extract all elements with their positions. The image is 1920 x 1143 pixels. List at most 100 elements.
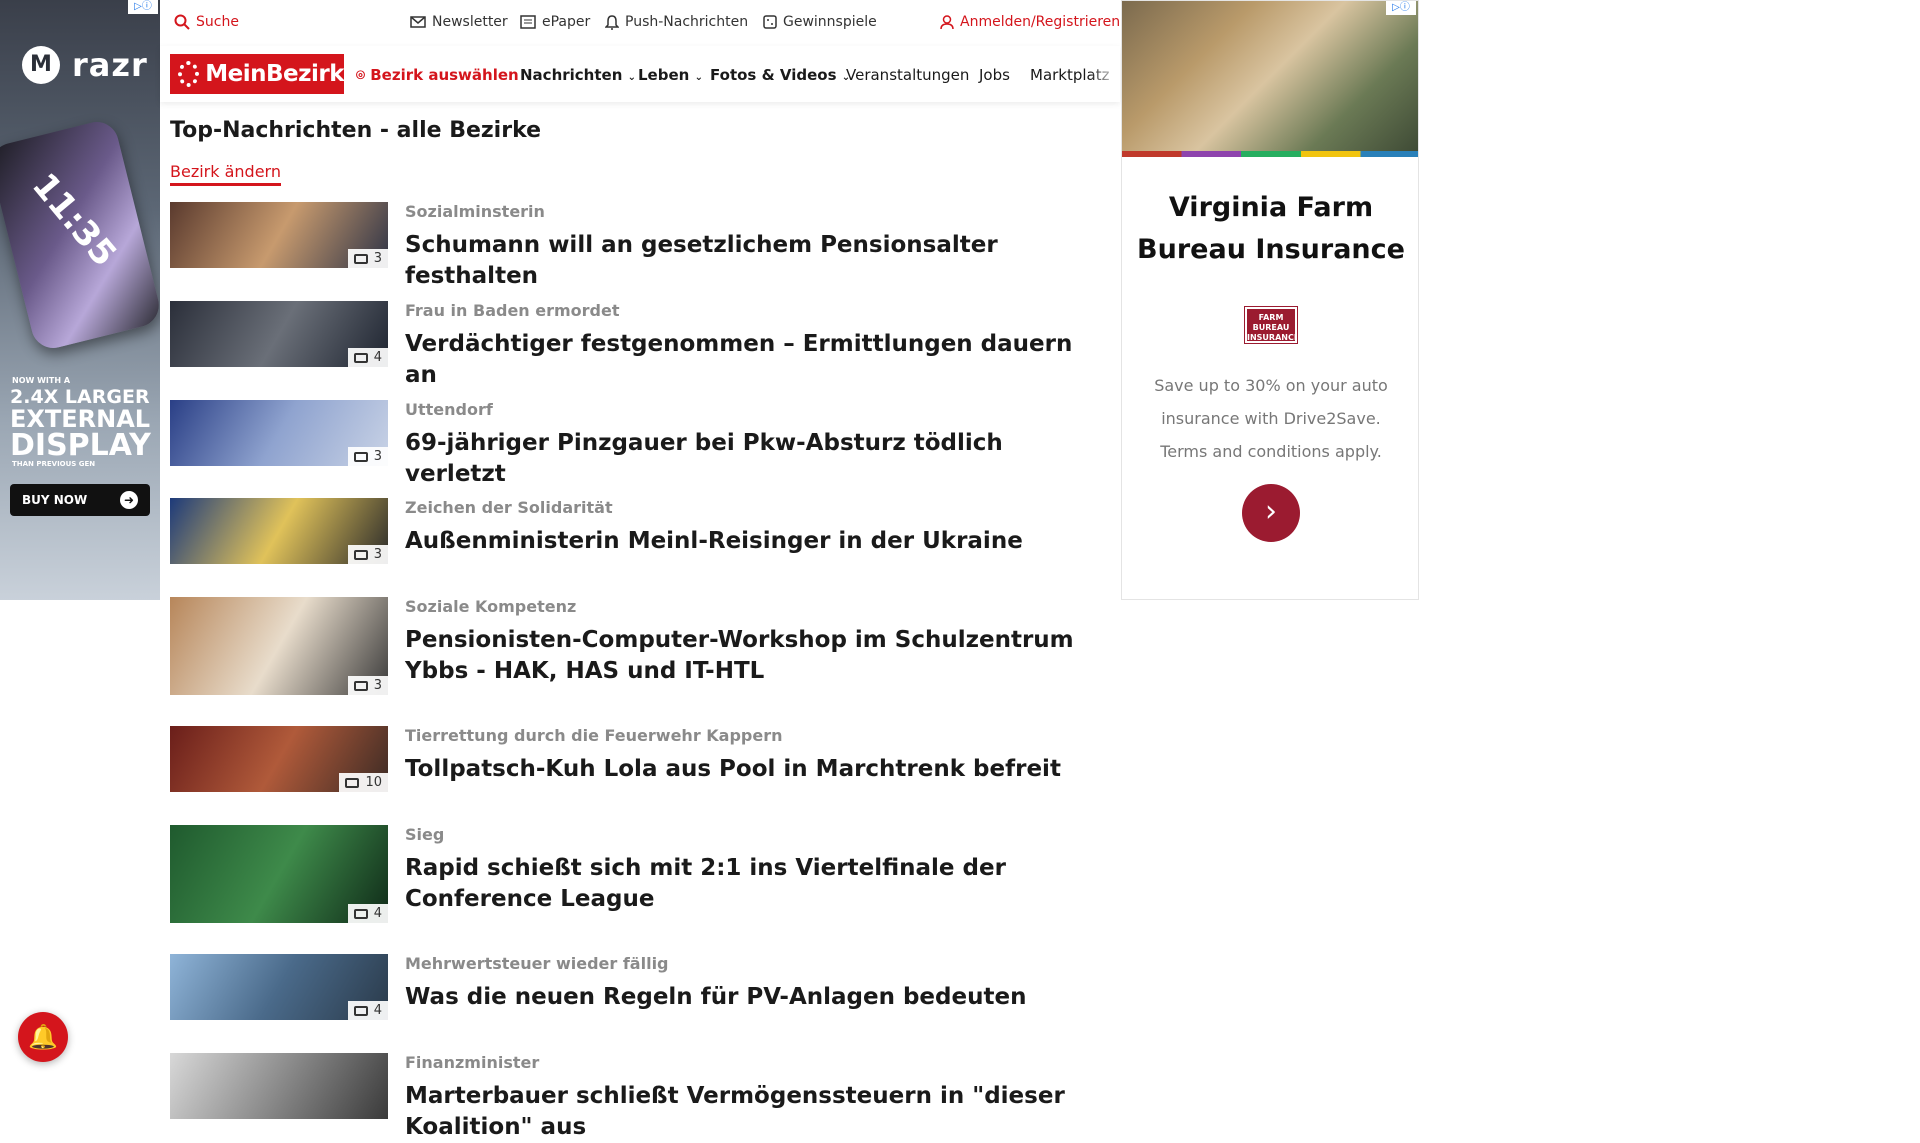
nav-label: Leben [638, 66, 690, 84]
ad-color-stripe [1122, 151, 1418, 157]
nav-fade [1090, 46, 1120, 102]
photo-count-badge: 3 [347, 447, 388, 466]
photo-count-badge: 4 [347, 1001, 388, 1020]
ad-family-photo [1122, 1, 1418, 151]
nav-label: Veranstaltungen [846, 66, 970, 84]
login-link[interactable]: Anmelden/Registrieren [940, 14, 1120, 30]
photo-count-badge: 4 [347, 348, 388, 367]
dice-icon [763, 15, 777, 29]
adchoices-icon[interactable]: ▷ⓘ [128, 0, 158, 14]
image-gallery-icon [353, 549, 368, 560]
image-gallery-icon [353, 352, 368, 363]
chevron-down-icon: ⌄ [627, 72, 637, 83]
ad-brand: M razr [22, 46, 148, 84]
search-label: Suche [196, 14, 239, 30]
right-display-ad[interactable]: ▷ⓘ Virginia Farm Bureau Insurance FARM B… [1121, 0, 1419, 600]
photo-count: 4 [373, 906, 382, 921]
district-selector-label: Bezirk auswählen [370, 66, 519, 84]
article-thumbnail[interactable]: 3 [170, 400, 388, 466]
image-gallery-icon [353, 1005, 368, 1016]
article-kicker: Finanzminister [405, 1053, 540, 1072]
image-gallery-icon [353, 908, 368, 919]
article-thumbnail[interactable]: 3 [170, 202, 388, 268]
chevron-down-icon: ⌄ [694, 72, 703, 83]
image-gallery-icon [345, 777, 360, 788]
notification-bell-button[interactable]: 🔔 [18, 1012, 68, 1062]
article-thumbnail[interactable]: 3 [170, 498, 388, 564]
nav-item-jobs[interactable]: Jobs [979, 66, 1010, 84]
search-link[interactable]: Suche [174, 14, 239, 30]
change-district-link[interactable]: Bezirk ändern [170, 162, 281, 186]
article-thumbnail[interactable]: 3 [170, 597, 388, 695]
ad-tagline-small: NOW WITH A [12, 376, 71, 385]
page-title: Top-Nachrichten - alle Bezirke [170, 118, 542, 143]
article-thumbnail[interactable]: 4 [170, 954, 388, 1020]
newsletter-link[interactable]: Newsletter [410, 14, 508, 30]
search-icon [174, 14, 190, 30]
photo-count: 3 [373, 251, 382, 266]
games-link[interactable]: Gewinnspiele [763, 14, 877, 30]
image-gallery-icon [353, 451, 368, 462]
ad-title[interactable]: Virginia Farm Bureau Insurance [1122, 187, 1418, 271]
main-navigation: MeinBezirk ⌾ Bezirk auswählen Nachrichte… [160, 46, 1120, 102]
adchoices-icon[interactable]: ▷ⓘ [1386, 1, 1416, 15]
article-kicker: Uttendorf [405, 400, 493, 419]
article-headline[interactable]: Tollpatsch-Kuh Lola aus Pool in Marchtre… [405, 754, 1105, 785]
article-kicker: Mehrwertsteuer wieder fällig [405, 954, 669, 973]
utility-bar: Suche Newsletter ePaper Push-Nachrichten… [160, 0, 1120, 46]
logo-mark-icon [178, 61, 200, 87]
article-headline[interactable]: 69-jähriger Pinzgauer bei Pkw-Absturz tö… [405, 428, 1105, 490]
mail-icon [410, 16, 426, 28]
photo-count-badge: 10 [339, 773, 388, 792]
article-headline[interactable]: Pensionisten-Computer-Workshop im Schulz… [405, 625, 1105, 687]
ad-buy-now-label: BUY NOW [22, 493, 88, 507]
ad-buy-now-button[interactable]: BUY NOW ➜ [10, 484, 150, 516]
nav-item-leben[interactable]: Leben ⌄ [638, 66, 703, 84]
games-label: Gewinnspiele [783, 14, 877, 30]
article-headline[interactable]: Verdächtiger festgenommen – Ermittlungen… [405, 329, 1105, 391]
ad-tagline: 2.4X LARGER EXTERNAL DISPLAY [10, 388, 151, 461]
meinbezirk-logo[interactable]: MeinBezirk [170, 54, 344, 94]
motorola-logo-icon: M [22, 46, 60, 84]
ad-body-text: Save up to 30% on your auto insurance wi… [1154, 376, 1388, 461]
article-thumbnail[interactable]: 4 [170, 301, 388, 367]
article-kicker: Soziale Kompetenz [405, 597, 577, 616]
photo-count: 3 [373, 678, 382, 693]
article-kicker: Zeichen der Solidarität [405, 498, 613, 517]
epaper-link[interactable]: ePaper [520, 14, 590, 30]
district-selector[interactable]: ⌾ Bezirk auswählen [356, 66, 519, 84]
farm-bureau-logo-icon: FARM BUREAU INSURANCE [1244, 306, 1299, 344]
nav-item-veranstaltungen[interactable]: Veranstaltungen [846, 66, 969, 84]
login-label: Anmelden/Registrieren [960, 14, 1121, 30]
article-headline[interactable]: Was die neuen Regeln für PV-Anlagen bede… [405, 982, 1105, 1013]
photo-count-badge: 3 [347, 545, 388, 564]
article-thumbnail[interactable]: 4 [170, 825, 388, 923]
user-icon [940, 14, 954, 29]
push-notifications-link[interactable]: Push-Nachrichten [605, 14, 748, 30]
article-headline[interactable]: Rapid schießt sich mit 2:1 ins Viertelfi… [405, 853, 1105, 915]
article-headline[interactable]: Schumann will an gesetzlichem Pensionsal… [405, 230, 1105, 292]
article-headline[interactable]: Marterbauer schließt Vermögenssteuern in… [405, 1081, 1105, 1143]
article-headline[interactable]: Außenministerin Meinl-Reisinger in der U… [405, 526, 1105, 557]
nav-label: Fotos & Videos [710, 66, 837, 84]
newspaper-icon [520, 15, 536, 29]
article-kicker: Tierrettung durch die Feuerwehr Kappern [405, 726, 783, 745]
nav-item-nachrichten[interactable]: Nachrichten ⌄ [520, 66, 636, 84]
logo-text: MeinBezirk [205, 61, 344, 87]
ad-tagline-tiny: THAN PREVIOUS GEN [12, 460, 96, 468]
map-pin-icon: ⌾ [356, 66, 366, 84]
left-skyscraper-ad[interactable]: ▷ⓘ M razr 11:35 NOW WITH A 2.4X LARGER E… [0, 0, 160, 600]
newsletter-label: Newsletter [432, 14, 508, 30]
ad-brand-name: razr [72, 46, 148, 84]
article-kicker: Frau in Baden ermordet [405, 301, 620, 320]
photo-count-badge: 3 [347, 249, 388, 268]
photo-count-badge: 4 [347, 904, 388, 923]
ad-next-arrow-button[interactable]: › [1242, 484, 1300, 542]
article-thumbnail[interactable] [170, 1053, 388, 1119]
nav-item-fotos-videos[interactable]: Fotos & Videos ⌄ [710, 66, 850, 84]
article-thumbnail[interactable]: 10 [170, 726, 388, 792]
arrow-right-icon: ➜ [120, 491, 138, 509]
photo-count: 4 [373, 1003, 382, 1018]
bell-outline-icon [605, 14, 619, 30]
epaper-label: ePaper [542, 14, 591, 30]
